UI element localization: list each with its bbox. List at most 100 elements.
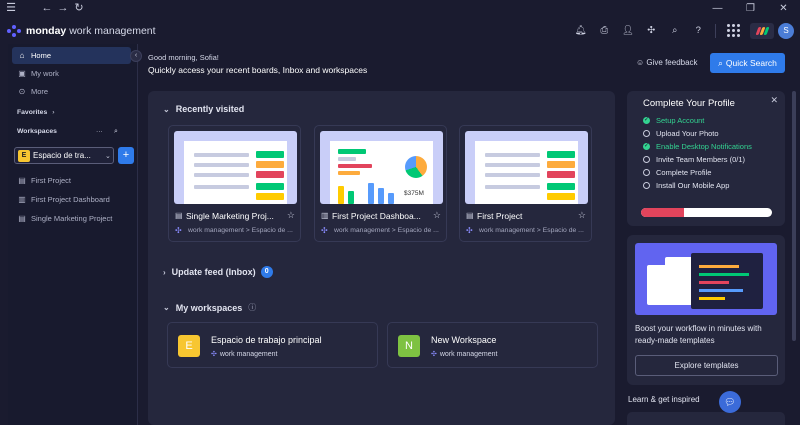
close-icon[interactable]: ✕ [770,95,778,106]
board-icon: ▤ [466,211,474,220]
dashboard-thumbnail: $375M [320,131,443,204]
workspace-sub-text: work management [219,350,278,358]
card-title-text: First Project [477,210,523,221]
card-title: ▤ First Project ☆ [466,210,586,221]
illustration-row [699,265,739,268]
recent-board-card[interactable]: ▤ First Project ☆ ✣ work management > Es… [459,125,592,242]
board-icon: ▤ [18,176,26,185]
my-workspaces-header[interactable]: ⌄ My workspaces ⓘ [163,302,256,313]
task-label: Complete Profile [656,168,712,177]
favorites-header[interactable]: Favorites › [8,109,137,116]
workspace-sub-text: work management [439,350,498,358]
thumb-row [547,183,575,190]
scrollbar-thumb[interactable] [792,91,796,341]
restore-icon[interactable]: ❐ [734,3,767,14]
reload-icon[interactable]: ↻ [71,0,87,17]
circle-icon [643,169,650,176]
brand-main: monday [26,24,67,37]
workspace-avatar: E [178,335,200,357]
complete-profile-panel: Complete Your Profile ✕ ✓ Setup Account U… [627,91,785,226]
product-switcher-icon[interactable] [750,22,774,39]
task-label: Upload Your Photo [656,129,719,138]
greeting-subtitle: Quickly access your recent boards, Inbox… [148,65,368,75]
circle-icon [643,182,650,189]
sidebar-item-my-work[interactable]: ▣ My work [12,65,131,82]
learn-card[interactable] [627,412,785,425]
thumb-row [485,163,540,167]
sidebar-item-label: More [31,87,49,96]
thumb-row [338,171,360,175]
chevron-right-icon: › [52,109,55,116]
task-label: Enable Desktop Notifications [656,142,752,151]
thumb-row [256,151,284,158]
recently-visited-title: Recently visited [175,104,245,114]
profile-task[interactable]: ✓ Setup Account [643,116,704,125]
help-icon[interactable]: ? [687,25,711,36]
sidebar-item-first-project-dashboard[interactable]: ▥ First Project Dashboard [12,190,132,209]
sidebar-item-label: Home [31,51,52,60]
task-label: Install Our Mobile App [656,181,730,190]
search-icon[interactable]: ⌕ [114,128,118,136]
sidebar-item-single-marketing-project[interactable]: ▤ Single Marketing Project [12,209,132,228]
thumb-row [338,157,356,161]
invite-user-icon[interactable]: 👤︎ [616,25,640,36]
thumb-row [338,149,366,154]
profile-progress-bar [641,208,772,217]
apps-icon[interactable]: ✣ [640,25,664,36]
avatar[interactable]: S [778,22,794,39]
workspace-card[interactable]: N New Workspace ✣ work management [387,322,598,368]
add-button[interactable]: + [118,147,134,164]
star-icon[interactable]: ☆ [287,210,295,221]
amount-label: $375M [404,190,424,197]
workspace-selector[interactable]: E Espacio de tra... ⌄ [14,147,114,164]
collapse-sidebar-button[interactable]: ‹ [130,50,142,62]
profile-task[interactable]: Invite Team Members (0/1) [643,155,745,164]
recent-dashboard-card[interactable]: $375M ▥ First Project Dashboa... ☆ ✣ wor… [314,125,447,242]
sidebar-item-label: First Project Dashboard [31,195,110,204]
minimize-icon[interactable]: — [701,3,734,14]
bell-icon[interactable]: 🔔︎ [569,25,593,36]
dashboard-icon: ▥ [18,195,26,204]
hamburger-icon[interactable]: ☰ [3,0,19,17]
more-options-icon[interactable]: ··· [96,128,103,135]
thumb-row [485,173,540,177]
thumb-row [256,193,284,200]
workspace-card[interactable]: E Espacio de trabajo principal ✣ work ma… [167,322,378,368]
inbox-icon[interactable]: ⎙ [593,25,617,36]
profile-task[interactable]: Install Our Mobile App [643,181,729,190]
profile-task[interactable]: Complete Profile [643,168,711,177]
sidebar-item-home[interactable]: ⌂ Home [12,47,131,64]
recently-visited-header[interactable]: ⌄ Recently visited [163,104,244,114]
task-label: Setup Account [656,116,705,125]
sidebar-item-first-project[interactable]: ▤ First Project [12,171,132,190]
update-feed-header[interactable]: › Update feed (Inbox) 0 [163,266,273,278]
arrow-left-icon[interactable]: ← [39,0,55,17]
star-icon[interactable]: ☆ [433,210,441,221]
star-icon[interactable]: ☆ [578,210,586,221]
circle-icon [643,130,650,137]
brand-name: monday work management [26,25,156,37]
card-path: ✣ work management > Espacio de ... [175,226,297,235]
explore-templates-button[interactable]: Explore templates [635,355,778,376]
close-window-icon[interactable]: ✕ [767,3,800,14]
update-feed-title: Update feed (Inbox) [171,267,256,277]
sidebar-item-more[interactable]: ⊙ More [12,83,131,100]
profile-task[interactable]: ✓ Enable Desktop Notifications [643,142,752,151]
sidebar: ⌂ Home ▣ My work ⊙ More Favorites › Work… [8,44,138,425]
search-icon[interactable]: ⌕ [663,25,687,36]
chat-icon[interactable]: 💬︎ [719,391,741,413]
illustration-row [699,281,729,284]
monday-logo[interactable]: monday work management [7,24,156,37]
app-switcher-icon[interactable] [727,24,740,37]
thumb-row [194,185,249,189]
recent-board-card[interactable]: ▤ Single Marketing Proj... ☆ ✣ work mana… [168,125,301,242]
thumb-row [547,171,575,178]
board-icon: ▤ [18,214,26,223]
give-feedback-button[interactable]: ☺︎ Give feedback [636,58,698,67]
workspace-logo-icon: ✣ [211,351,217,358]
scrollbar[interactable] [791,91,797,425]
profile-task[interactable]: Upload Your Photo [643,129,719,138]
info-icon[interactable]: ⓘ [248,302,256,313]
arrow-right-icon[interactable]: → [55,0,71,17]
quick-search-button[interactable]: ⌕ Quick Search [710,53,785,73]
